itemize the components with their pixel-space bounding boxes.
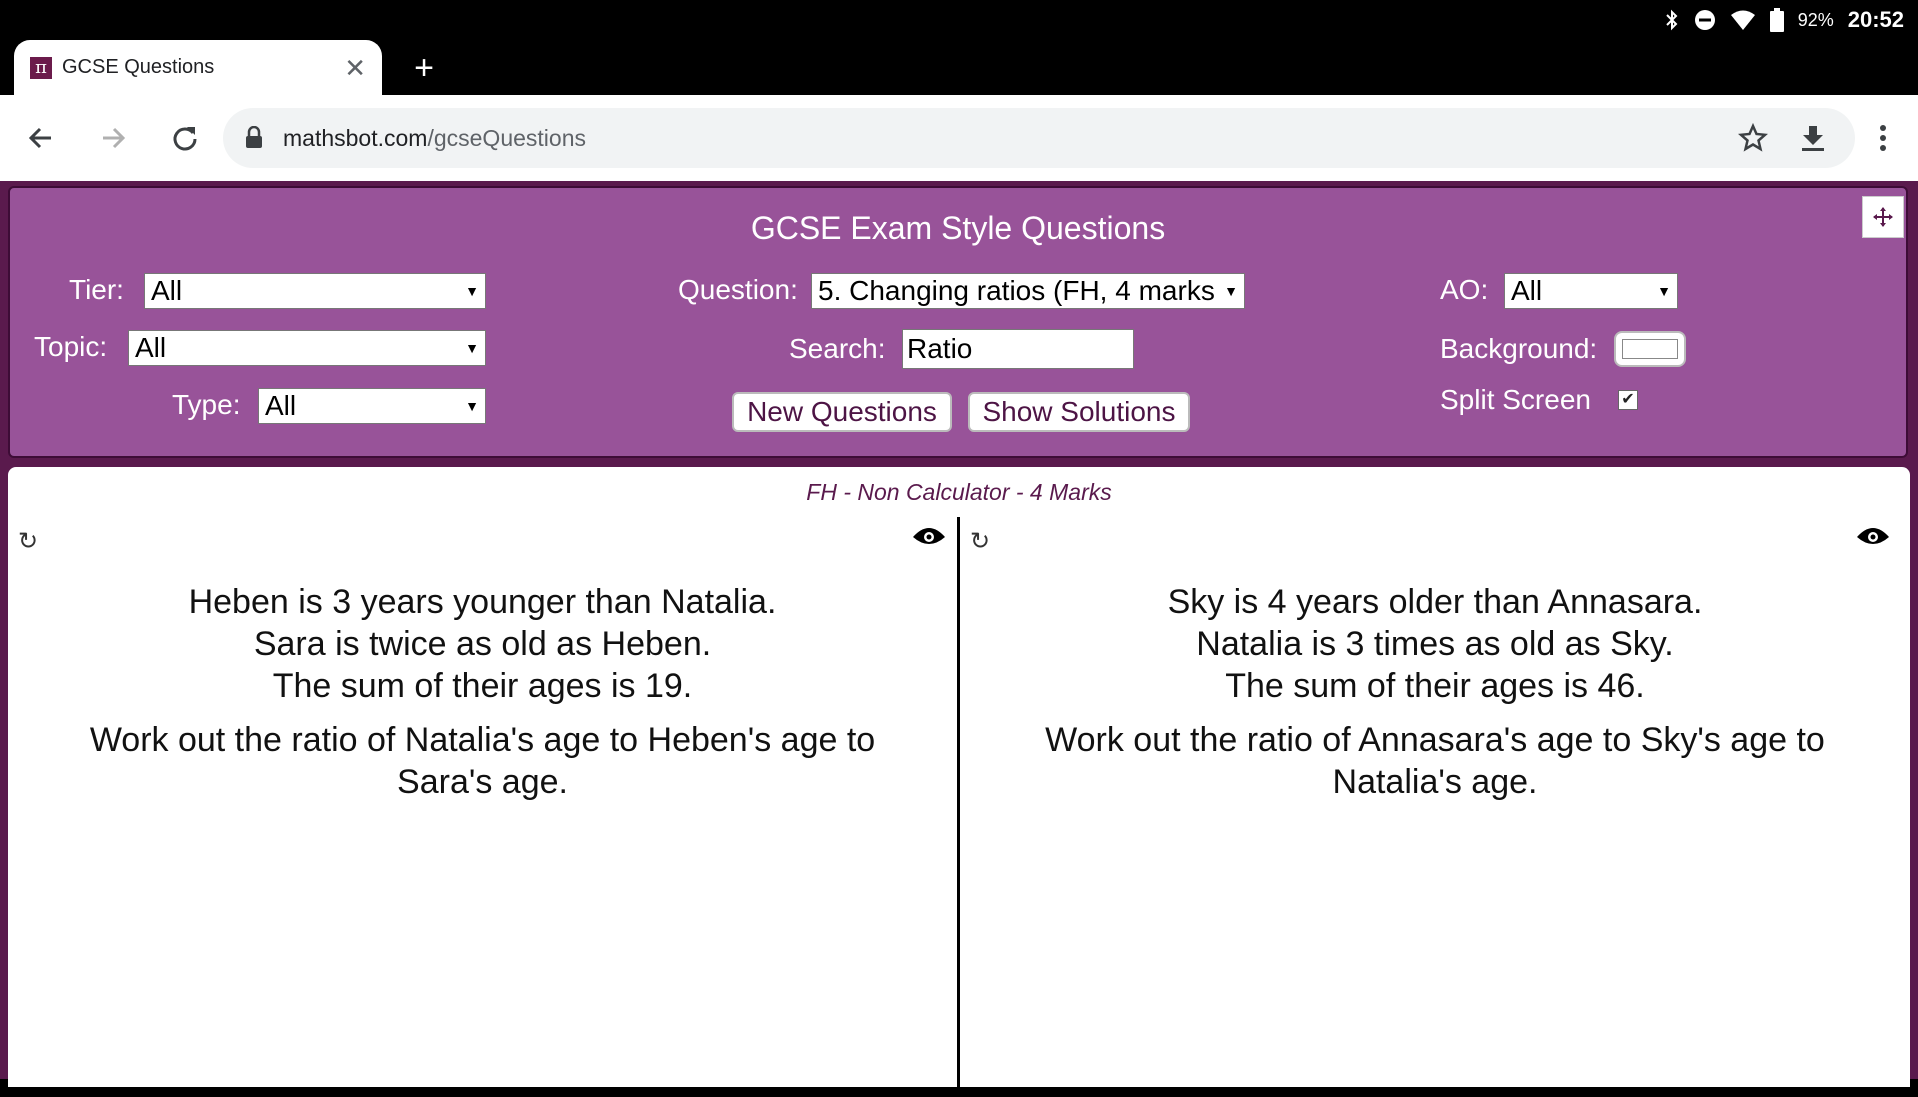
page: GCSE Exam Style Questions Tier: All ▼ Top… (0, 181, 1918, 1097)
topic-select[interactable]: All ▼ (128, 330, 486, 366)
dropdown-arrow-icon: ▼ (465, 340, 479, 356)
do-not-disturb-icon (1694, 9, 1716, 31)
bluetooth-icon (1664, 8, 1680, 32)
ao-select[interactable]: All ▼ (1504, 273, 1678, 309)
battery-percent: 92% (1797, 9, 1834, 30)
battery-icon (1769, 8, 1784, 32)
move-arrows-icon (1873, 207, 1893, 227)
back-arrow-icon[interactable] (20, 117, 62, 159)
url-text: mathsbot.com/gcseQuestions (283, 108, 586, 168)
page-title: GCSE Exam Style Questions (750, 210, 1166, 246)
search-input[interactable]: Ratio (902, 329, 1134, 369)
new-questions-button[interactable]: New Questions (732, 392, 952, 432)
address-bar[interactable]: mathsbot.com/gcseQuestions (223, 108, 1855, 168)
tier-label: Tier: (69, 274, 124, 305)
reload-icon[interactable] (164, 117, 206, 159)
question-pane-left: ↻ Heben is 3 years younger than Natalia.… (8, 517, 957, 1077)
clock: 20:52 (1847, 7, 1904, 32)
new-tab-icon[interactable]: + (404, 48, 444, 88)
type-label: Type: (172, 389, 241, 420)
split-screen-label: Split Screen (1440, 384, 1591, 415)
bookmark-star-icon[interactable] (1732, 117, 1774, 159)
ao-label: AO: (1440, 274, 1489, 305)
question-line: The sum of their ages is 46. (1225, 667, 1645, 705)
tab-strip: π GCSE Questions ✕ + (0, 40, 1918, 95)
close-tab-icon[interactable]: ✕ (344, 55, 366, 81)
search-label: Search: (789, 333, 886, 364)
tab-title: GCSE Questions (62, 56, 215, 78)
question-text-right: Sky is 4 years older than Annasara. Nata… (1000, 581, 1870, 815)
topic-select-value: All (135, 332, 167, 363)
lock-icon (245, 125, 263, 153)
background-color-picker[interactable] (1614, 331, 1686, 367)
more-menu-icon[interactable] (1862, 117, 1904, 159)
refresh-icon[interactable]: ↻ (18, 527, 38, 556)
pi-favicon-icon: π (30, 56, 52, 79)
question-text-left: Heben is 3 years younger than Natalia. S… (48, 581, 917, 815)
url-path: /gcseQuestions (427, 125, 586, 151)
question-line: The sum of their ages is 19. (272, 667, 693, 705)
dropdown-arrow-icon: ▼ (465, 398, 479, 414)
background-color-swatch (1622, 339, 1678, 359)
ao-select-value: All (1511, 275, 1543, 306)
question-area: FH - Non Calculator - 4 Marks ↻ Heben is… (8, 467, 1910, 1097)
question-line: Sky is 4 years older than Annasara. (1167, 583, 1703, 621)
question-select-value: 5. Changing ratios (FH, 4 marks (818, 275, 1215, 306)
question-line: Heben is 3 years younger than Natalia. (188, 583, 777, 621)
question-line: Natalia is 3 times as old as Sky. (1196, 625, 1674, 663)
type-select-value: All (265, 390, 297, 421)
wifi-icon (1730, 9, 1756, 31)
refresh-icon[interactable]: ↻ (970, 527, 990, 556)
question-pane-right: ↻ Sky is 4 years older than Annasara. Na… (960, 517, 1910, 1077)
forward-arrow-icon[interactable] (92, 117, 134, 159)
status-bar: 92% 20:52 (0, 0, 1918, 40)
dropdown-arrow-icon: ▼ (465, 283, 479, 299)
url-domain: mathsbot.com (283, 125, 428, 151)
download-icon[interactable] (1792, 117, 1834, 159)
dropdown-arrow-icon: ▼ (1657, 283, 1671, 299)
show-solutions-button[interactable]: Show Solutions (968, 392, 1190, 432)
question-task: Work out the ratio of Natalia's age to H… (89, 721, 876, 801)
topic-label: Topic: (34, 331, 108, 362)
browser-tab[interactable]: π GCSE Questions ✕ (14, 40, 382, 95)
control-panel: GCSE Exam Style Questions Tier: All ▼ Top… (8, 186, 1908, 458)
background-label: Background: (1440, 333, 1598, 364)
question-label: Question: (678, 274, 798, 305)
tier-select-value: All (151, 275, 183, 306)
browser-toolbar: mathsbot.com/gcseQuestions (0, 95, 1918, 181)
question-line: Sara is twice as old as Heben. (253, 625, 712, 663)
dropdown-arrow-icon: ▼ (1224, 283, 1238, 299)
split-screen-checkbox[interactable]: ✔ (1618, 390, 1638, 410)
question-select[interactable]: 5. Changing ratios (FH, 4 marks ▼ (811, 273, 1245, 309)
fullscreen-button[interactable] (1862, 196, 1904, 238)
eye-icon[interactable] (1856, 525, 1890, 552)
tier-select[interactable]: All ▼ (144, 273, 486, 309)
question-task: Work out the ratio of Annasara's age to … (1045, 721, 1825, 801)
question-meta: FH - Non Calculator - 4 Marks (806, 479, 1112, 505)
type-select[interactable]: All ▼ (258, 388, 486, 424)
eye-icon[interactable] (912, 525, 946, 552)
